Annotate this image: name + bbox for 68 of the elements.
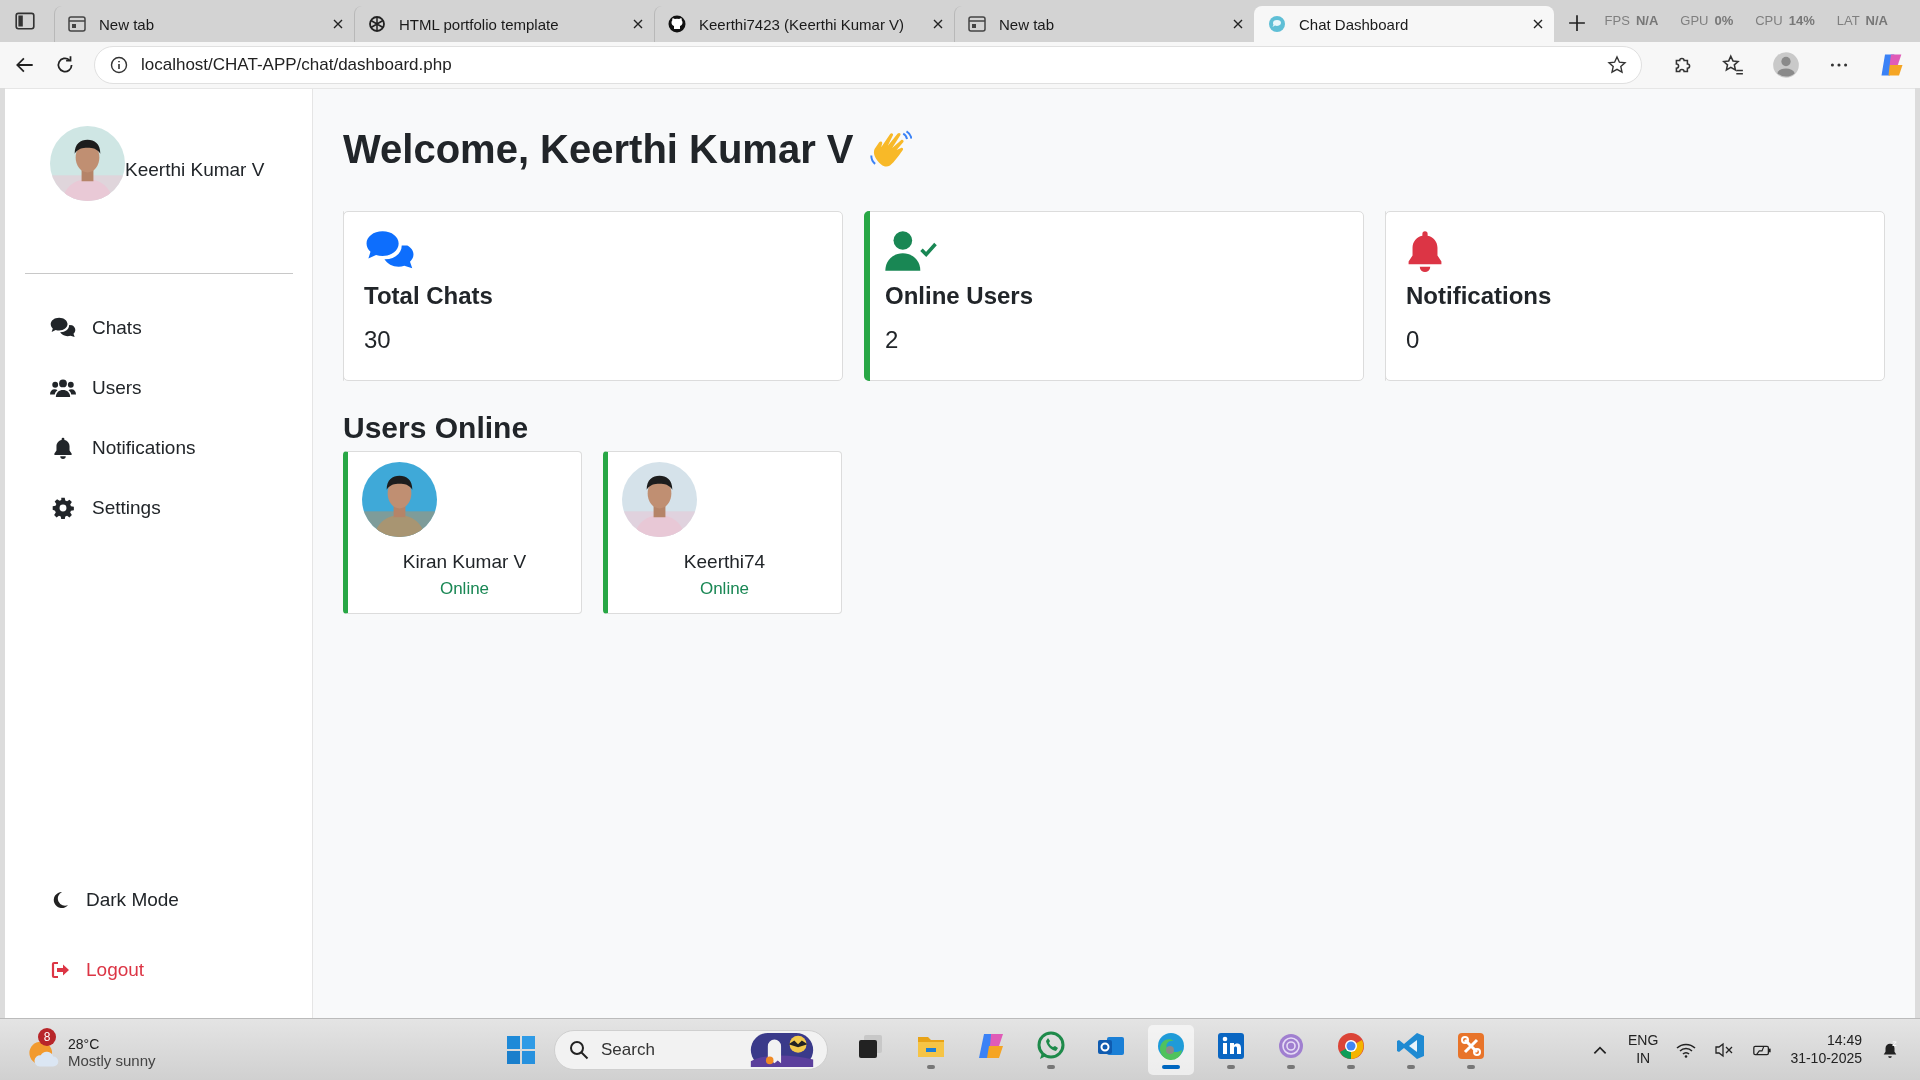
overlay-value: 0% — [1714, 13, 1734, 28]
x-app-icon — [1456, 1030, 1486, 1061]
user-check-icon — [885, 230, 937, 272]
user-name: Keerthi74 — [683, 551, 766, 573]
speaker-muted-icon[interactable] — [1714, 1040, 1735, 1059]
user-card[interactable]: Keerthi74 Online — [603, 451, 842, 614]
nav-link[interactable]: Chats — [25, 298, 142, 358]
close-icon[interactable] — [632, 18, 644, 30]
search-bar[interactable]: Search — [554, 1029, 828, 1070]
close-icon[interactable] — [1532, 18, 1544, 30]
stat-title: Total Chats — [364, 282, 494, 310]
status-text: Online — [439, 579, 490, 599]
address-field[interactable]: localhost/CHAT-APP/chat/dashboard.php — [94, 46, 1642, 84]
nav-link[interactable]: Users — [25, 358, 142, 418]
search-input[interactable]: Search — [599, 1038, 739, 1061]
user-card[interactable]: Kiran Kumar V Online — [343, 451, 582, 614]
status-text: Online — [699, 579, 750, 599]
clock[interactable]: 14:49 31-10-2025 — [1790, 1032, 1862, 1067]
page-icon — [67, 14, 87, 34]
overlay-value: N/A — [1865, 13, 1888, 28]
info-icon[interactable] — [109, 55, 129, 75]
nav-link[interactable]: Settings — [25, 478, 161, 538]
stat-value: 2 — [885, 326, 900, 354]
section-heading: Users Online — [343, 411, 530, 445]
weather-widget[interactable]: 8 28°C Mostly sunny — [26, 1025, 506, 1074]
close-icon[interactable] — [332, 18, 344, 30]
bell-icon — [1406, 230, 1444, 272]
phone-chat-icon — [1036, 1030, 1066, 1061]
profile-icon[interactable] — [1772, 51, 1800, 79]
dark-mode-toggle[interactable]: Dark Mode — [25, 870, 179, 930]
people-icon — [50, 377, 76, 399]
weather-text: Mostly sunny — [68, 1052, 156, 1069]
search-icon — [569, 1039, 589, 1060]
browser-tab[interactable]: Chat Dashboard — [1254, 6, 1554, 42]
logout-link[interactable]: Logout — [25, 940, 145, 1000]
user-name: Keerthi Kumar V — [125, 158, 265, 181]
chat-bubbles-icon — [50, 317, 76, 339]
settings-icon — [50, 497, 76, 519]
page-icon — [967, 14, 987, 34]
language-indicator[interactable]: ENG IN — [1628, 1032, 1659, 1067]
overlay-label: FPS — [1604, 13, 1630, 28]
plus-icon[interactable] — [1568, 14, 1586, 32]
nav-link[interactable]: Notifications — [25, 418, 196, 478]
close-icon[interactable] — [1232, 18, 1244, 30]
stat-title: Online Users — [885, 282, 1035, 310]
overlay-label: CPU — [1755, 13, 1783, 28]
overlay-label: GPU — [1680, 13, 1709, 28]
wave-browser-icon — [1156, 1030, 1186, 1061]
temperature: 28°C — [68, 1036, 101, 1052]
close-icon[interactable] — [932, 18, 944, 30]
windows-start-icon[interactable] — [506, 1034, 536, 1065]
round-browser-icon — [1336, 1030, 1366, 1061]
stat-title: Notifications — [1406, 282, 1553, 310]
sidebar-toggle-icon[interactable] — [14, 10, 36, 32]
overlay-label: LAT — [1836, 13, 1860, 28]
user-name: Kiran Kumar V — [402, 551, 527, 573]
chat-logo-icon — [1267, 14, 1287, 34]
overlay-value: N/A — [1635, 13, 1659, 28]
network-icon — [1216, 1030, 1246, 1061]
favorites-icon[interactable] — [1722, 54, 1744, 76]
notification-badge: 8 — [38, 1027, 56, 1046]
code-editor-icon — [1396, 1030, 1426, 1061]
stat-value: 30 — [364, 326, 392, 354]
page-heading: Welcome, Keerthi Kumar V — [343, 126, 854, 172]
stat-value: 0 — [1406, 326, 1421, 354]
star-icon[interactable] — [1607, 55, 1627, 75]
logout-icon — [50, 959, 70, 981]
overlay-value: 14% — [1788, 13, 1815, 28]
